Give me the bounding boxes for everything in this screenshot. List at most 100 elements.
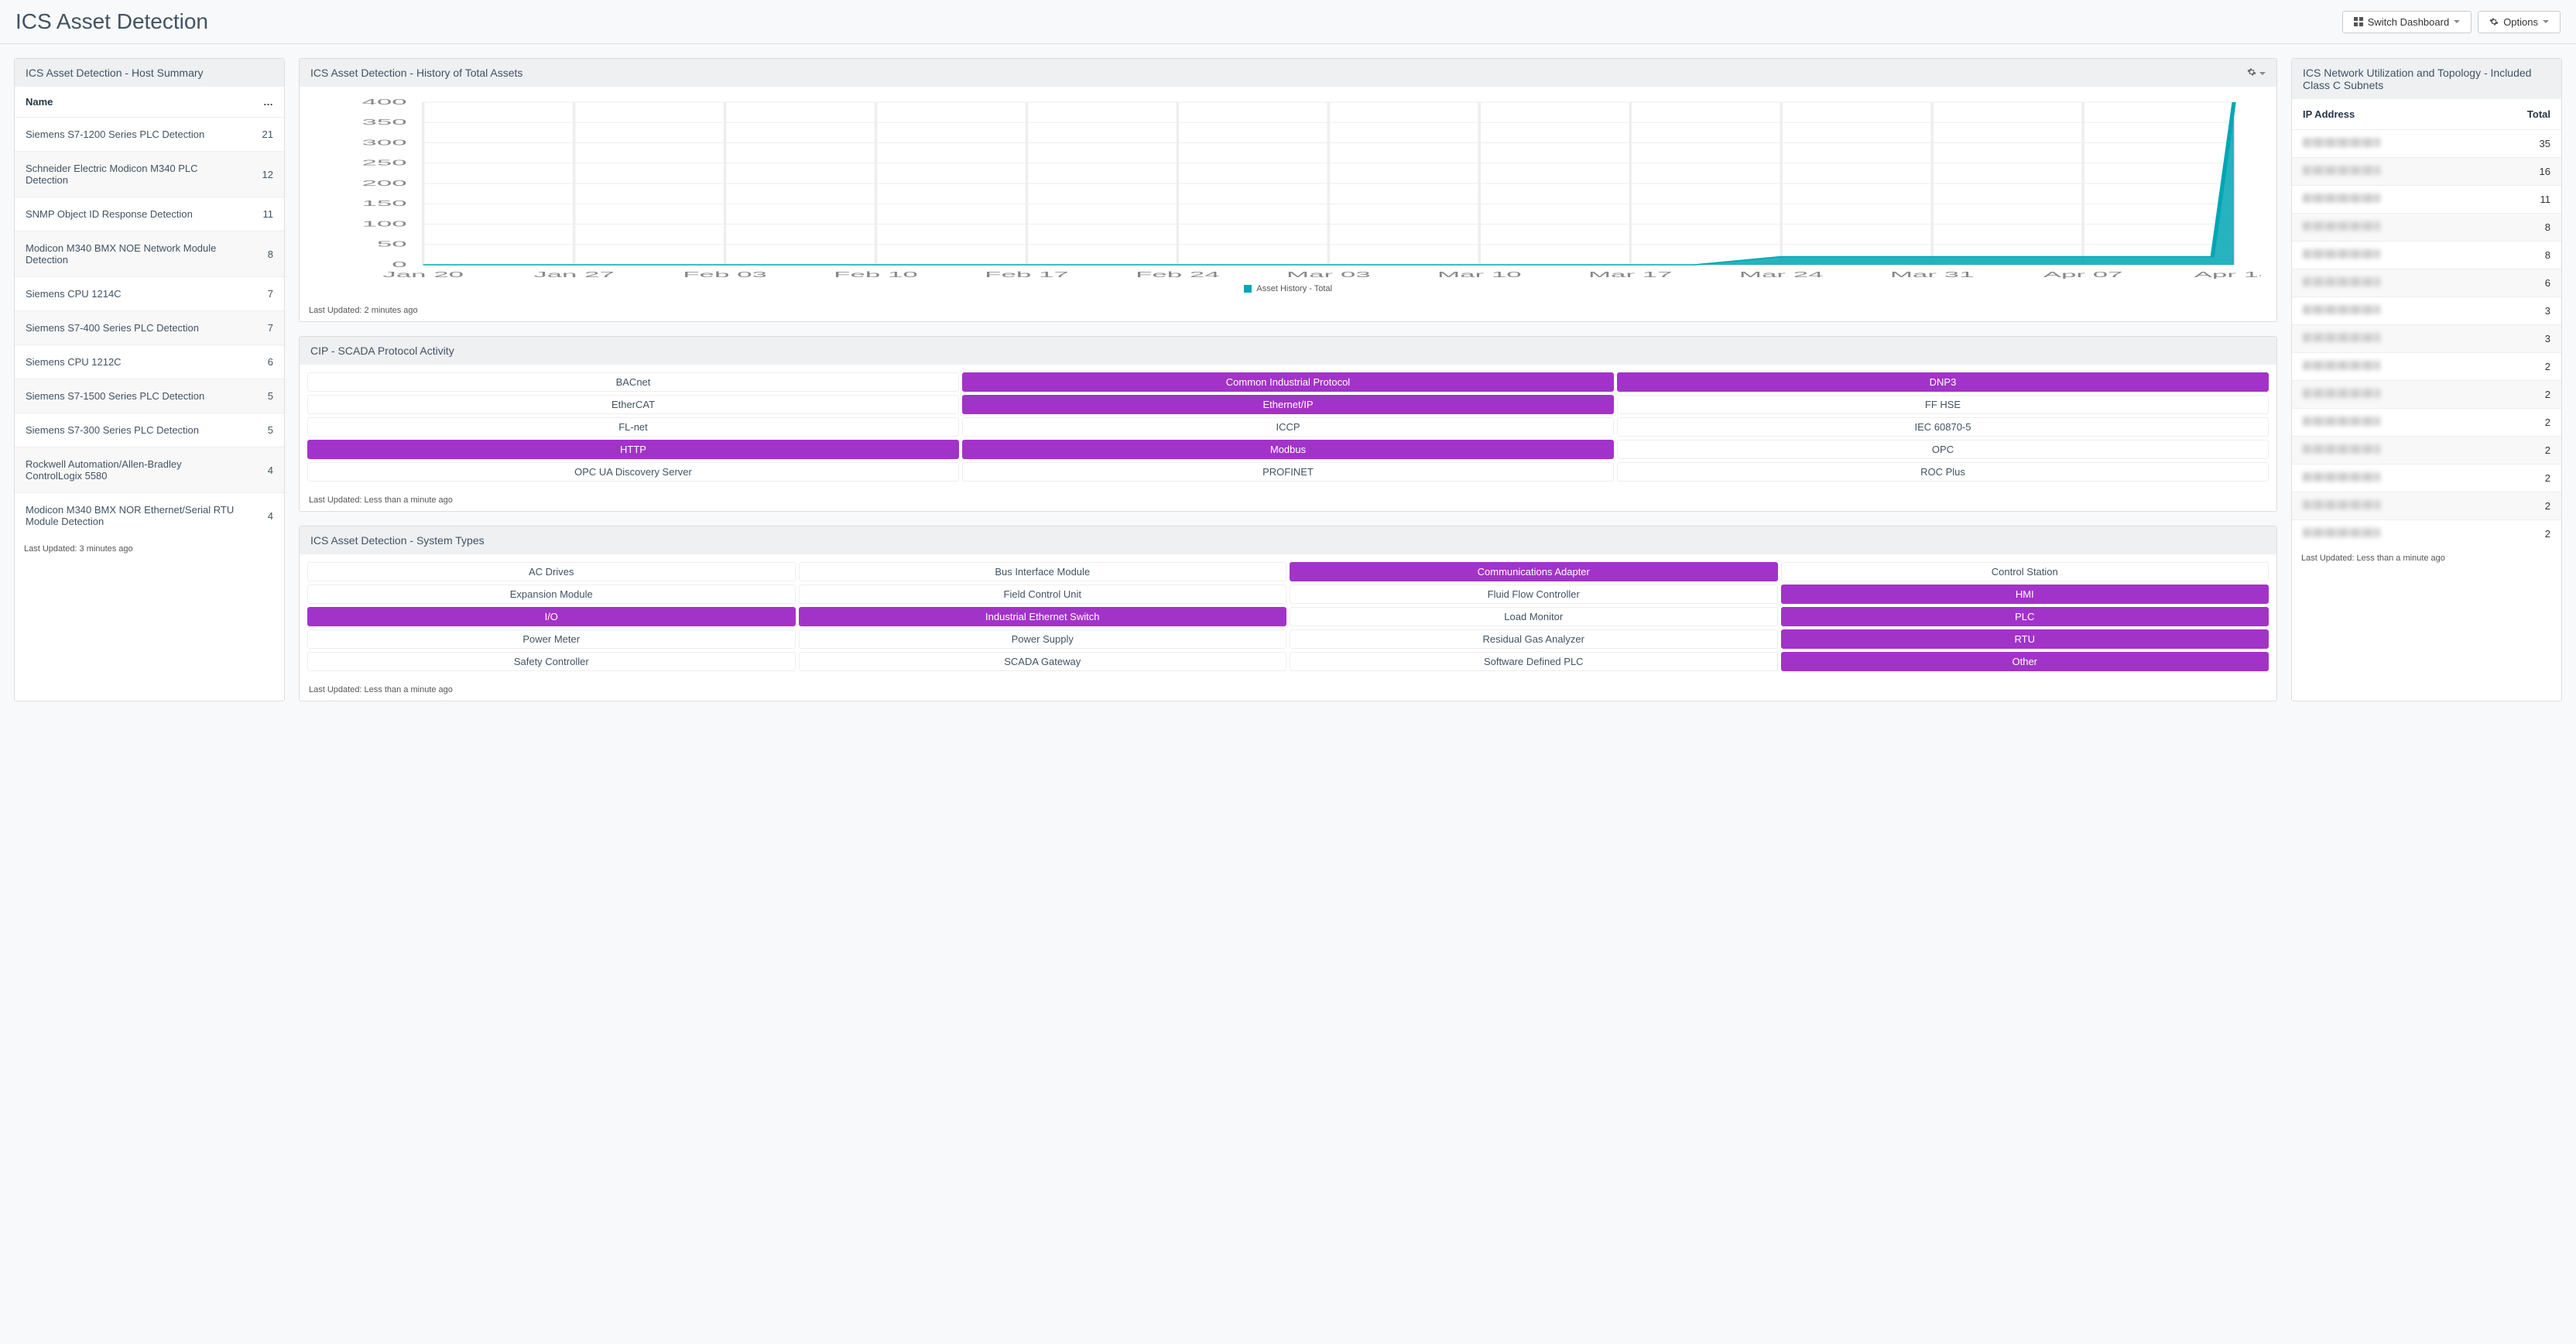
protocol-cell[interactable]: Common Industrial Protocol (962, 372, 1614, 392)
table-row[interactable]: 2 (2292, 519, 2561, 547)
row-name: Siemens S7-300 Series PLC Detection (26, 424, 242, 436)
row-ip (2303, 333, 2519, 345)
table-row[interactable]: 3 (2292, 324, 2561, 352)
table-row[interactable]: Siemens S7-400 Series PLC Detection7 (15, 310, 284, 345)
protocol-cell[interactable]: FL-net (307, 417, 959, 437)
header-buttons: Switch Dashboard Options (2342, 11, 2561, 33)
table-row[interactable]: 2 (2292, 464, 2561, 492)
system-type-cell[interactable]: Power Meter (307, 629, 796, 649)
system-type-cell[interactable]: Power Supply (799, 629, 1287, 649)
system-type-cell[interactable]: SCADA Gateway (799, 652, 1287, 671)
page-title: ICS Asset Detection (15, 9, 208, 34)
chevron-down-icon (2454, 19, 2460, 25)
protocol-cell[interactable]: PROFINET (962, 462, 1614, 482)
row-ip (2303, 472, 2519, 484)
protocol-cell[interactable]: DNP3 (1617, 372, 2269, 392)
col-total[interactable]: Total (2519, 108, 2550, 120)
row-ip (2303, 500, 2519, 512)
svg-text:200: 200 (361, 179, 406, 187)
system-type-cell[interactable]: Bus Interface Module (799, 562, 1287, 581)
table-row[interactable]: 3 (2292, 297, 2561, 324)
system-type-cell[interactable]: I/O (307, 607, 796, 626)
table-row[interactable]: Siemens S7-300 Series PLC Detection5 (15, 413, 284, 447)
table-row[interactable]: 16 (2292, 157, 2561, 185)
system-type-cell[interactable]: Control Station (1781, 562, 2269, 581)
protocol-cell[interactable]: Modbus (962, 440, 1614, 459)
system-type-cell[interactable]: RTU (1781, 629, 2269, 649)
system-type-cell[interactable]: Software Defined PLC (1290, 652, 1778, 671)
col-ip[interactable]: IP Address (2303, 108, 2519, 120)
cip-panel: CIP - SCADA Protocol Activity BACnetComm… (299, 336, 2277, 512)
table-row[interactable]: 2 (2292, 492, 2561, 519)
svg-text:Mar 24: Mar 24 (1739, 270, 1824, 279)
protocol-cell[interactable]: EtherCAT (307, 395, 959, 414)
table-row[interactable]: 2 (2292, 408, 2561, 436)
table-row[interactable]: Modicon M340 BMX NOE Network Module Dete… (15, 231, 284, 276)
svg-text:Feb 10: Feb 10 (834, 270, 918, 279)
svg-text:Jan 27: Jan 27 (533, 270, 615, 279)
system-type-cell[interactable]: PLC (1781, 607, 2269, 626)
col-name[interactable]: Name (26, 96, 242, 108)
system-type-cell[interactable]: AC Drives (307, 562, 796, 581)
table-row[interactable]: 8 (2292, 213, 2561, 241)
row-total: 35 (2519, 138, 2550, 149)
panel-settings-button[interactable] (2247, 67, 2266, 79)
table-row[interactable]: Modicon M340 BMX NOR Ethernet/Serial RTU… (15, 492, 284, 538)
chevron-down-icon (2543, 19, 2549, 25)
table-row[interactable]: 11 (2292, 185, 2561, 213)
protocol-cell[interactable]: OPC UA Discovery Server (307, 462, 959, 482)
options-button[interactable]: Options (2478, 11, 2561, 33)
chart-legend: Asset History - Total (315, 283, 2261, 300)
system-type-cell[interactable]: Communications Adapter (1290, 562, 1778, 581)
row-total: 3 (2519, 333, 2550, 345)
system-type-cell[interactable]: Residual Gas Analyzer (1290, 629, 1778, 649)
panel-title: ICS Asset Detection - System Types (310, 534, 485, 547)
table-row[interactable]: Siemens CPU 1212C6 (15, 345, 284, 379)
table-row[interactable]: 35 (2292, 129, 2561, 157)
table-row[interactable]: Siemens S7-1200 Series PLC Detection21 (15, 117, 284, 151)
table-row[interactable]: 8 (2292, 241, 2561, 269)
protocol-cell[interactable]: ROC Plus (1617, 462, 2269, 482)
protocol-cell[interactable]: IEC 60870-5 (1617, 417, 2269, 437)
system-type-cell[interactable]: Other (1781, 652, 2269, 671)
history-chart[interactable]: 050100150200250300350400Jan 20Jan 27Feb … (315, 94, 2261, 280)
row-value: 7 (242, 322, 273, 334)
system-type-cell[interactable]: HMI (1781, 585, 2269, 604)
protocol-cell[interactable]: FF HSE (1617, 395, 2269, 414)
panel-body: Name … Siemens S7-1200 Series PLC Detect… (15, 87, 284, 538)
system-type-cell[interactable]: Industrial Ethernet Switch (799, 607, 1287, 626)
system-types-panel: ICS Asset Detection - System Types AC Dr… (299, 526, 2277, 701)
system-type-cell[interactable]: Safety Controller (307, 652, 796, 671)
row-total: 2 (2519, 417, 2550, 428)
switch-dashboard-button[interactable]: Switch Dashboard (2342, 11, 2472, 33)
panel-body: IP Address Total 351611886332222222 (2292, 99, 2561, 547)
protocol-cell[interactable]: OPC (1617, 440, 2269, 459)
svg-text:Feb 03: Feb 03 (683, 270, 767, 279)
system-type-cell[interactable]: Expansion Module (307, 585, 796, 604)
row-name: Rockwell Automation/Allen-Bradley Contro… (26, 458, 242, 482)
options-label: Options (2503, 16, 2538, 28)
svg-text:Mar 17: Mar 17 (1588, 270, 1673, 279)
row-value: 7 (242, 288, 273, 300)
table-row[interactable]: Siemens CPU 1214C7 (15, 276, 284, 310)
table-row[interactable]: 2 (2292, 380, 2561, 408)
table-row[interactable]: Siemens S7-1500 Series PLC Detection5 (15, 379, 284, 413)
row-name: Modicon M340 BMX NOR Ethernet/Serial RTU… (26, 504, 242, 527)
table-row[interactable]: Rockwell Automation/Allen-Bradley Contro… (15, 447, 284, 492)
system-type-cell[interactable]: Load Monitor (1290, 607, 1778, 626)
table-row[interactable]: Schneider Electric Modicon M340 PLC Dete… (15, 151, 284, 197)
system-type-cell[interactable]: Fluid Flow Controller (1290, 585, 1778, 604)
row-name: Siemens S7-1200 Series PLC Detection (26, 129, 242, 140)
col-more[interactable]: … (242, 96, 273, 108)
table-row[interactable]: 6 (2292, 269, 2561, 297)
table-row[interactable]: 2 (2292, 436, 2561, 464)
protocol-cell[interactable]: ICCP (962, 417, 1614, 437)
table-row[interactable]: 2 (2292, 352, 2561, 380)
protocol-cell[interactable]: Ethernet/IP (962, 395, 1614, 414)
table-row[interactable]: SNMP Object ID Response Detection11 (15, 197, 284, 231)
protocol-cell[interactable]: BACnet (307, 372, 959, 392)
system-type-cell[interactable]: Field Control Unit (799, 585, 1287, 604)
protocol-cell[interactable]: HTTP (307, 440, 959, 459)
row-name: Schneider Electric Modicon M340 PLC Dete… (26, 163, 242, 186)
subnet-rows: 351611886332222222 (2292, 129, 2561, 547)
